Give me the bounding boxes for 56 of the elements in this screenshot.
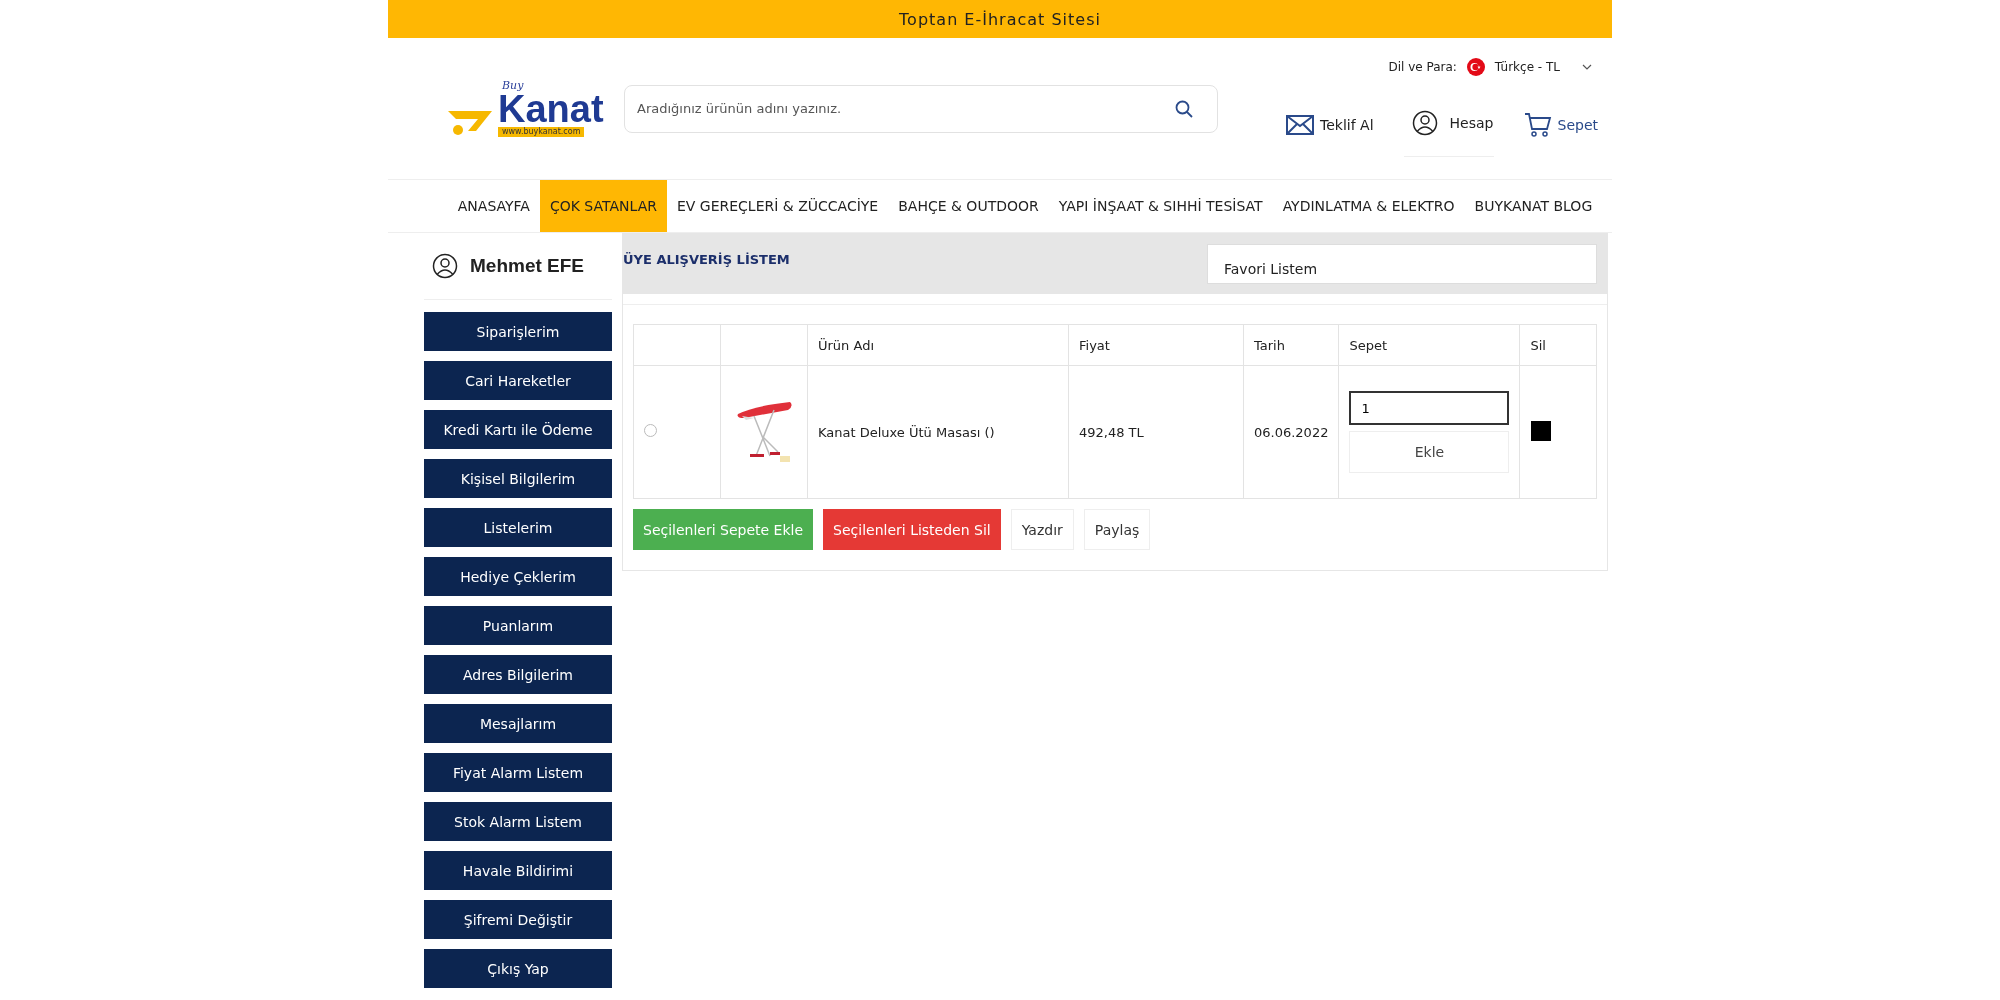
action-button[interactable]: Yazdır <box>1010 509 1074 550</box>
logo[interactable]: Buy Kanat www.buykanat.com <box>446 79 604 138</box>
action-button[interactable]: Paylaş <box>1083 509 1151 550</box>
column-header: Fiyat <box>1068 324 1244 366</box>
column-header: Sepet <box>1338 324 1520 366</box>
column-header: Ürün Adı <box>807 324 1069 366</box>
quantity-field[interactable]: 1 <box>1349 391 1510 425</box>
sidebar-menu-button[interactable]: Fiyat Alarm Listem <box>424 753 612 792</box>
sidebar-menu-button[interactable]: Çıkış Yap <box>424 949 612 988</box>
flag-icon <box>1466 58 1485 76</box>
nav-link[interactable]: EV GEREÇLERİ & ZÜCCACİYE <box>666 180 889 232</box>
sidebar-menu-button[interactable]: Adres Bilgilerim <box>424 655 612 694</box>
logo-url: www.buykanat.com <box>498 126 585 138</box>
language-label: Dil ve Para: <box>1388 60 1457 74</box>
sidebar-menu-button[interactable]: Mesajlarım <box>424 704 612 743</box>
cart-icon <box>1523 111 1552 138</box>
account-link[interactable]: Hesap <box>1403 90 1494 157</box>
nav-link[interactable]: BUYKANAT BLOG <box>1464 180 1603 232</box>
nav-link[interactable]: AYDINLATMA & ELEKTRO <box>1272 180 1465 232</box>
add-button[interactable]: Ekle <box>1349 431 1510 473</box>
column-header: Tarih <box>1243 324 1339 366</box>
user-icon <box>1411 110 1438 136</box>
product-name: Kanat Deluxe Ütü Masası () <box>807 365 1069 499</box>
column-header: Sil <box>1519 324 1597 366</box>
sidebar-menu-button[interactable]: Stok Alarm Listem <box>424 802 612 841</box>
search-icon[interactable] <box>1174 98 1194 119</box>
nav-link[interactable]: YAPI İNŞAAT & SIHHİ TESİSAT <box>1048 180 1273 232</box>
panel-title: ÜYE ALIŞVERİŞ LİSTEM <box>623 251 790 267</box>
user-icon <box>432 253 458 279</box>
banner-text: Toptan E-İhracat Sitesi <box>899 9 1101 29</box>
chevron-down-icon <box>1582 64 1592 70</box>
logo-small-text: Buy <box>502 79 524 91</box>
logo-name: Kanat <box>498 90 604 127</box>
language-select[interactable]: Türkçe - TL <box>1466 58 1592 76</box>
delete-square-icon[interactable] <box>1531 420 1552 441</box>
action-button[interactable]: Seçilenleri Listeden Sil <box>823 509 1001 550</box>
quote-link[interactable]: Teklif Al <box>1286 114 1374 135</box>
sidebar-menu-button[interactable]: Puanlarım <box>424 606 612 645</box>
sidebar-menu-button[interactable]: Şifremi Değiştir <box>424 900 612 939</box>
nav-link[interactable]: ÇOK SATANLAR <box>539 180 667 232</box>
sidebar-menu-button[interactable]: Siparişlerim <box>424 312 612 351</box>
sidebar-menu-button[interactable]: Kredi Kartı ile Ödeme <box>424 410 612 449</box>
price-cell: 492,48 TL <box>1068 365 1244 499</box>
sidebar-menu-button[interactable]: Cari Hareketler <box>424 361 612 400</box>
cart-link[interactable]: Sepet <box>1523 111 1598 138</box>
sidebar-menu-button[interactable]: Listelerim <box>424 508 612 547</box>
list-select[interactable]: Favori Listem <box>1207 244 1597 284</box>
sidebar-menu-button[interactable]: Hediye Çeklerim <box>424 557 612 596</box>
sidebar-menu-button[interactable]: Havale Bildirimi <box>424 851 612 890</box>
sidebar-menu-button[interactable]: Kişisel Bilgilerim <box>424 459 612 498</box>
nav-link[interactable]: BAHÇE & OUTDOOR <box>888 180 1049 232</box>
date-cell: 06.06.2022 <box>1243 365 1339 499</box>
nav-link[interactable]: ANASAYFA <box>447 180 540 232</box>
envelope-icon <box>1286 114 1315 135</box>
user-name: Mehmet EFE <box>470 255 585 277</box>
search-field[interactable]: Aradığınız ürünün adını yazınız. <box>624 84 1218 133</box>
